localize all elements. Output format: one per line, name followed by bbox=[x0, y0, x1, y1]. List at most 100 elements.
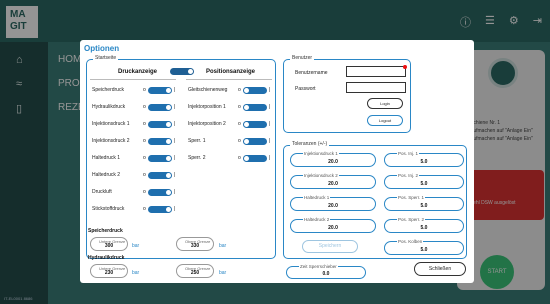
toggle-off-label: o bbox=[238, 155, 241, 161]
startseite-legend: Startseite bbox=[93, 55, 119, 61]
toggle-off-label: o bbox=[143, 206, 146, 212]
toggle-off-label: o bbox=[143, 104, 146, 110]
position-item-toggle[interactable] bbox=[243, 87, 267, 94]
toggle-off-label: o bbox=[238, 138, 241, 144]
toggle-on-mark: | bbox=[174, 138, 176, 144]
tolerance-label: Injektionsdruck 1 bbox=[303, 151, 339, 156]
username-label: Benutzername bbox=[295, 70, 328, 76]
close-button[interactable]: Schließen bbox=[414, 262, 466, 276]
divider bbox=[186, 79, 272, 80]
position-tolerance-label: Pos. Kolben bbox=[397, 239, 424, 244]
logout-button[interactable]: Logout bbox=[367, 115, 403, 126]
tolerance-field[interactable]: Haltedruck 1 20.0 bbox=[290, 195, 376, 211]
tolerance-field[interactable]: Injektionsdruck 1 20.0 bbox=[290, 151, 376, 167]
druck-item-toggle[interactable] bbox=[148, 87, 172, 94]
druck-item-label: Speicherdruck bbox=[92, 87, 124, 93]
position-tolerance-field[interactable]: Pos. Sperr. 2 5.0 bbox=[384, 217, 464, 233]
password-input[interactable] bbox=[346, 82, 406, 93]
position-item-toggle[interactable] bbox=[243, 121, 267, 128]
position-tolerance-value: 5.0 bbox=[420, 181, 428, 187]
toggle-off-label: o bbox=[238, 104, 241, 110]
position-item-toggle[interactable] bbox=[243, 155, 267, 162]
unit-label: bar bbox=[132, 243, 140, 249]
druck-item-label: Hydraulikdruck bbox=[92, 104, 126, 110]
toggle-on-mark: | bbox=[174, 172, 176, 178]
unit-label: bar bbox=[132, 270, 140, 276]
druck-item-toggle[interactable] bbox=[148, 155, 172, 162]
lower-limit-value: 230 bbox=[104, 270, 114, 276]
position-tolerance-field[interactable]: Pos. Inj. 2 5.0 bbox=[384, 173, 464, 189]
druck-item-label: Haltedruck 1 bbox=[92, 155, 121, 161]
position-tolerance-value: 5.0 bbox=[420, 203, 428, 209]
tolerance-label: Injektionsdruck 2 bbox=[303, 173, 339, 178]
tolerance-label: Haltedruck 2 bbox=[303, 217, 331, 222]
toggle-on-mark: | bbox=[269, 87, 271, 93]
lower-limit-value: 300 bbox=[104, 243, 114, 249]
tolerance-field[interactable]: Injektionsdruck 2 20.0 bbox=[290, 173, 376, 189]
position-tolerance-label: Pos. Sperr. 1 bbox=[397, 195, 426, 200]
position-item-label: Injektorposition 2 bbox=[188, 121, 226, 127]
divider bbox=[90, 79, 176, 80]
druck-item-label: Haltedruck 2 bbox=[92, 172, 121, 178]
toggle-off-label: o bbox=[143, 138, 146, 144]
display-mode-toggle[interactable] bbox=[170, 68, 194, 75]
toggle-off-label: o bbox=[143, 155, 146, 161]
benutzer-legend: Benutzer bbox=[290, 55, 315, 61]
zeit-sperrschieber-value: 0.0 bbox=[322, 271, 330, 277]
position-item-toggle[interactable] bbox=[243, 138, 267, 145]
druck-item-toggle[interactable] bbox=[148, 138, 172, 145]
hydraulikdruck-upper-field[interactable]: Obere Grenze 250 bbox=[176, 264, 214, 278]
position-item-label: Sperr. 2 bbox=[188, 155, 206, 161]
position-tolerance-field[interactable]: Pos. Kolben 5.0 bbox=[384, 239, 464, 255]
druck-item-label: Druckluft bbox=[92, 189, 112, 195]
toggle-off-label: o bbox=[143, 189, 146, 195]
toggle-on-mark: | bbox=[174, 189, 176, 195]
upper-limit-value: 250 bbox=[190, 270, 200, 276]
save-button[interactable]: Speichern bbox=[302, 240, 358, 253]
tolerance-value: 20.0 bbox=[328, 181, 338, 187]
toggle-off-label: o bbox=[238, 121, 241, 127]
login-button[interactable]: Login bbox=[367, 98, 403, 109]
tolerance-value: 20.0 bbox=[328, 159, 338, 165]
speicherdruck-lower-field[interactable]: Untere Grenze 300 bbox=[90, 237, 128, 251]
position-tolerance-field[interactable]: Pos. Inj. 1 5.0 bbox=[384, 151, 464, 167]
position-tolerance-value: 5.0 bbox=[420, 159, 428, 165]
druck-item-toggle[interactable] bbox=[148, 121, 172, 128]
toggle-on-mark: | bbox=[269, 104, 271, 110]
toggle-off-label: o bbox=[238, 87, 241, 93]
toggle-on-mark: | bbox=[174, 104, 176, 110]
druck-item-toggle[interactable] bbox=[148, 104, 172, 111]
toggle-on-mark: | bbox=[174, 155, 176, 161]
position-item-label: Injektorposition 1 bbox=[188, 104, 226, 110]
toggle-on-mark: | bbox=[269, 138, 271, 144]
position-item-toggle[interactable] bbox=[243, 104, 267, 111]
toggle-on-mark: | bbox=[174, 206, 176, 212]
position-tolerance-field[interactable]: Pos. Sperr. 1 5.0 bbox=[384, 195, 464, 211]
speicherdruck-upper-field[interactable]: Obere Grenze 330 bbox=[176, 237, 214, 251]
hydraulikdruck-title: Hydraulikdruck bbox=[88, 255, 125, 261]
tolerance-value: 20.0 bbox=[328, 203, 338, 209]
position-item-label: Gleitschienenweg bbox=[188, 87, 228, 93]
zeit-sperrschieber-field[interactable]: Zeit Sperrschieber 0.0 bbox=[286, 264, 366, 279]
druck-item-label: Stickstoffdruck bbox=[92, 206, 125, 212]
druck-item-toggle[interactable] bbox=[148, 206, 172, 213]
druckanzeige-header: Druckanzeige bbox=[118, 69, 158, 75]
druck-item-label: Injektionsdruck 2 bbox=[92, 138, 130, 144]
positionsanzeige-header: Positionsanzeige bbox=[206, 69, 256, 75]
upper-limit-value: 330 bbox=[190, 243, 200, 249]
position-item-label: Sperr. 1 bbox=[188, 138, 206, 144]
position-tolerance-label: Pos. Inj. 2 bbox=[397, 173, 420, 178]
hydraulikdruck-lower-field[interactable]: Untere Grenze 230 bbox=[90, 264, 128, 278]
tolerance-field[interactable]: Haltedruck 2 20.0 bbox=[290, 217, 376, 233]
password-label: Passwort bbox=[295, 86, 316, 92]
position-tolerance-value: 5.0 bbox=[420, 247, 428, 253]
options-dialog: Optionen Startseite Druckanzeige Positio… bbox=[80, 40, 474, 283]
username-input[interactable] bbox=[346, 65, 407, 77]
druck-item-toggle[interactable] bbox=[148, 172, 172, 179]
toggle-off-label: o bbox=[143, 121, 146, 127]
tolerance-label: Haltedruck 1 bbox=[303, 195, 331, 200]
toggle-on-mark: | bbox=[174, 87, 176, 93]
druck-item-label: Injektionsdruck 1 bbox=[92, 121, 130, 127]
druck-item-toggle[interactable] bbox=[148, 189, 172, 196]
position-tolerance-label: Pos. Sperr. 2 bbox=[397, 217, 426, 222]
